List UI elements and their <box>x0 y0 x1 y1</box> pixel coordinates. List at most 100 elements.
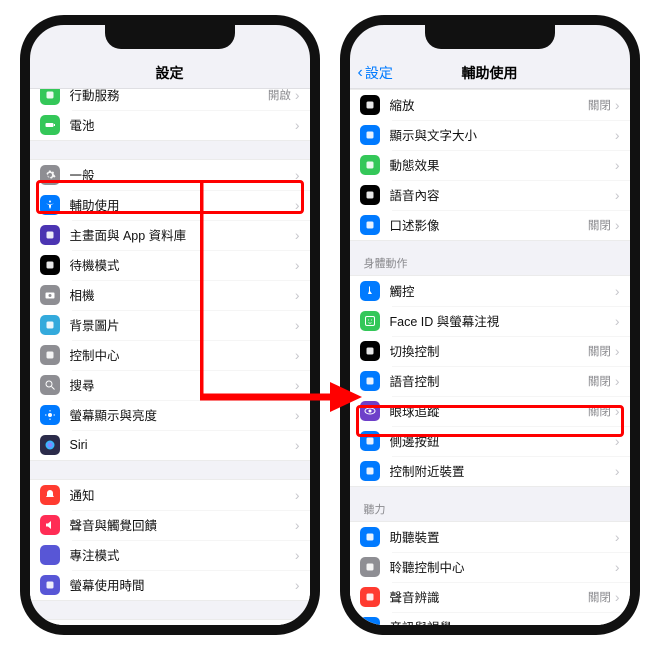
row-detail: 開啟 <box>268 89 291 103</box>
nav-bar: ‹ 設定 輔助使用 <box>350 59 630 89</box>
row-label: 行動服務 <box>70 89 268 105</box>
settings-row[interactable]: 行動服務開啟 › <box>30 89 310 110</box>
settings-row[interactable]: 電池› <box>30 110 310 140</box>
settings-row[interactable]: 聲音與觸覺回饋› <box>30 510 310 540</box>
sun-icon <box>40 405 60 425</box>
row-label: 側邊按鈕 <box>390 431 615 450</box>
settings-row[interactable]: 聲音辨識關閉› <box>350 582 630 612</box>
row-label: 聲音辨識 <box>390 587 588 606</box>
hourglass-icon <box>40 575 60 595</box>
chevron-right-icon: › <box>615 284 620 298</box>
settings-row[interactable]: 語音控制關閉› <box>350 366 630 396</box>
settings-row[interactable]: 口述影像關閉› <box>350 210 630 240</box>
settings-group: 觸控›Face ID 與螢幕注視›切換控制關閉›語音控制關閉›眼球追蹤關閉›側邊… <box>350 275 630 487</box>
row-label: 切換控制 <box>390 341 588 360</box>
grid-icon <box>40 225 60 245</box>
hearing-icon <box>360 527 380 547</box>
settings-group: 通知›聲音與觸覺回饋›專注模式›螢幕使用時間› <box>30 479 310 601</box>
chevron-right-icon: › <box>615 464 620 478</box>
settings-row[interactable]: Siri› <box>30 430 310 460</box>
row-label: 觸控 <box>390 281 615 300</box>
moon-icon <box>40 545 60 565</box>
soundrec-icon <box>360 587 380 607</box>
chevron-right-icon: › <box>295 118 300 132</box>
phone-right: ‹ 設定 輔助使用 縮放關閉›顯示與文字大小›動態效果›語音內容›口述影像關閉›… <box>340 15 640 635</box>
chevron-right-icon: › <box>295 488 300 502</box>
settings-row[interactable]: 縮放關閉 › <box>350 90 630 120</box>
nearby-icon <box>360 461 380 481</box>
settings-row[interactable]: 動態效果› <box>350 150 630 180</box>
settings-row[interactable]: 專注模式› <box>30 540 310 570</box>
arrow-annotation <box>200 182 370 412</box>
settings-group: 助聽裝置›聆聽控制中心›聲音辨識關閉›音訊與視覺› <box>350 521 630 625</box>
settings-row[interactable]: 側邊按鈕› <box>350 426 630 456</box>
settings-row[interactable]: 控制附近裝置› <box>350 456 630 486</box>
chevron-left-icon: ‹ <box>358 64 363 82</box>
row-label: 縮放 <box>390 95 588 114</box>
chevron-right-icon: › <box>615 218 620 232</box>
settings-row[interactable]: 音訊與視覺› <box>350 612 630 625</box>
settings-row[interactable]: 通知› <box>30 480 310 510</box>
accessibility-icon <box>40 195 60 215</box>
section-label: 身體動作 <box>350 241 630 275</box>
settings-row[interactable]: 助聽裝置› <box>350 522 630 552</box>
settings-row[interactable]: 眼球追蹤關閉› <box>350 396 630 426</box>
settings-row[interactable]: Face ID 與密碼› <box>30 620 310 625</box>
row-label: 螢幕使用時間 <box>70 575 295 594</box>
row-label: 語音內容 <box>390 185 615 204</box>
clock-square-icon <box>40 255 60 275</box>
settings-row[interactable]: 螢幕使用時間› <box>30 570 310 600</box>
zoom-icon <box>360 95 380 115</box>
av-icon <box>360 617 380 625</box>
settings-row[interactable]: 語音內容› <box>350 180 630 210</box>
chevron-right-icon: › <box>615 128 620 142</box>
row-label: 顯示與文字大小 <box>390 125 615 144</box>
sidebtn-icon <box>360 431 380 451</box>
section-label: 聽力 <box>350 487 630 521</box>
row-label: 音訊與視覺 <box>390 617 615 625</box>
page-title: 設定 <box>156 63 184 83</box>
sliders-icon <box>40 345 60 365</box>
chevron-right-icon: › <box>295 518 300 532</box>
settings-group: 行動服務開啟›電池› <box>30 89 310 141</box>
notch <box>425 23 555 49</box>
row-label: 語音控制 <box>390 371 588 390</box>
settings-row[interactable]: Face ID 與螢幕注視› <box>350 306 630 336</box>
row-label: 聲音與觸覺回饋 <box>70 515 295 534</box>
back-label: 設定 <box>365 63 393 83</box>
bell-icon <box>40 485 60 505</box>
row-label: 控制附近裝置 <box>390 461 615 480</box>
row-label: 眼球追蹤 <box>390 401 588 420</box>
chevron-right-icon: › <box>615 530 620 544</box>
chevron-right-icon: › <box>615 158 620 172</box>
chevron-right-icon: › <box>295 438 300 452</box>
antenna-icon <box>40 89 60 105</box>
chevron-right-icon: › <box>615 98 620 112</box>
row-label: 口述影像 <box>390 215 588 234</box>
textsize-icon <box>360 125 380 145</box>
chevron-right-icon: › <box>295 168 300 182</box>
settings-row[interactable]: 觸控› <box>350 276 630 306</box>
chevron-right-icon: › <box>615 434 620 448</box>
row-detail: 關閉 <box>588 97 611 113</box>
chevron-right-icon: › <box>615 188 620 202</box>
ear-ctrl-icon <box>360 557 380 577</box>
settings-row[interactable]: 顯示與文字大小› <box>350 120 630 150</box>
settings-row[interactable]: 聆聽控制中心› <box>350 552 630 582</box>
chevron-right-icon: › <box>615 560 620 574</box>
row-label: 電池 <box>70 115 295 134</box>
siri-icon <box>40 435 60 455</box>
page-title: 輔助使用 <box>462 63 518 83</box>
row-detail: 關閉 <box>588 343 611 359</box>
back-button[interactable]: ‹ 設定 <box>358 63 393 83</box>
row-label: 通知 <box>70 485 295 504</box>
chevron-right-icon: › <box>295 89 300 102</box>
row-label: 聆聽控制中心 <box>390 557 615 576</box>
camera-icon <box>40 285 60 305</box>
notch <box>105 23 235 49</box>
row-label: 助聽裝置 <box>390 527 615 546</box>
settings-row[interactable]: 切換控制關閉› <box>350 336 630 366</box>
settings-group: 縮放關閉›顯示與文字大小›動態效果›語音內容›口述影像關閉› <box>350 89 630 241</box>
search-icon <box>40 375 60 395</box>
chevron-right-icon: › <box>615 620 620 625</box>
